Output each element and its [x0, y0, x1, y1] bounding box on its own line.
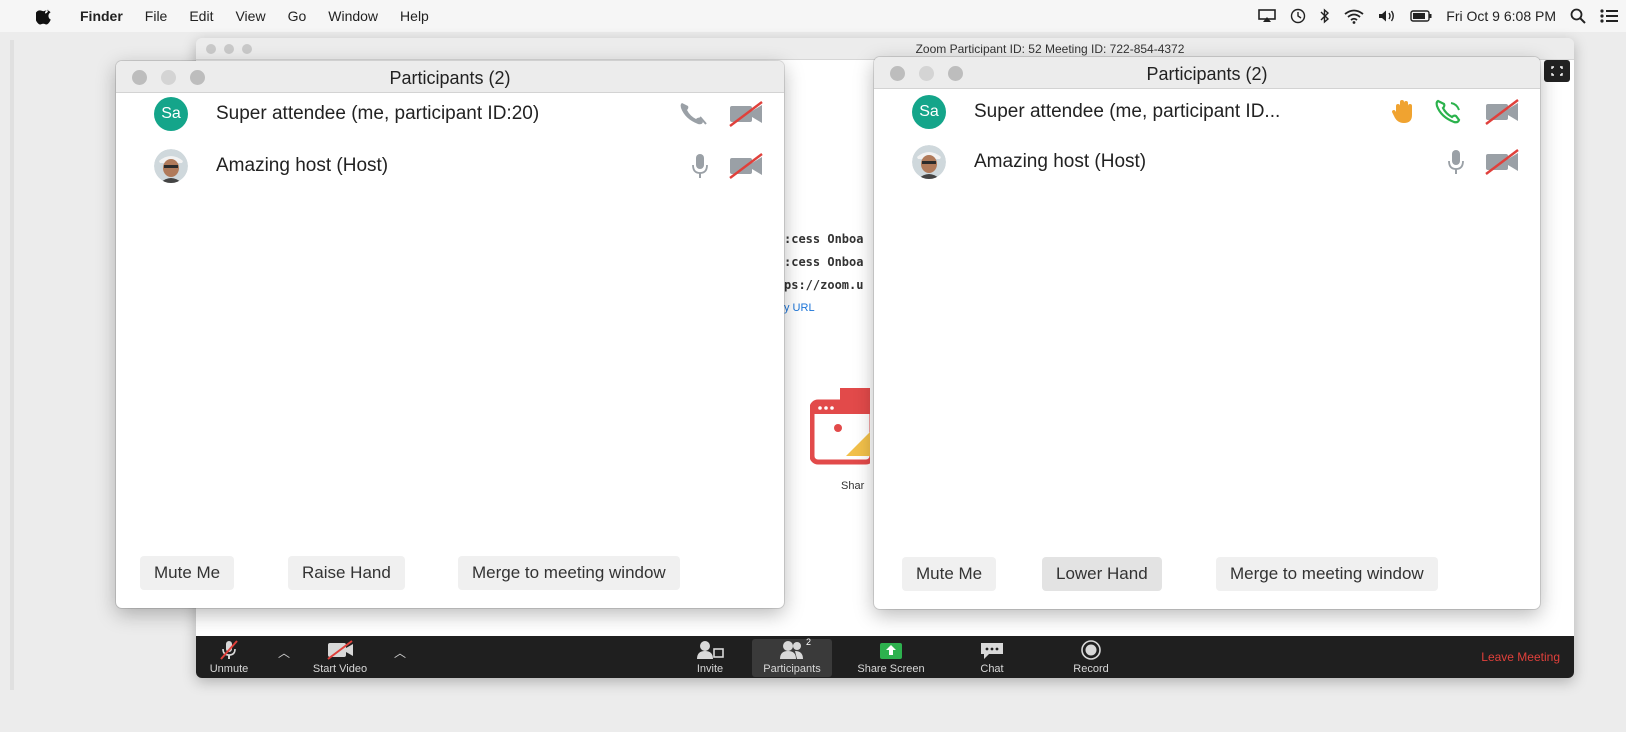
- participant-name: Super attendee (me, participant ID...: [974, 101, 1281, 122]
- menubar-clock[interactable]: Fri Oct 9 6:08 PM: [1446, 8, 1556, 24]
- meeting-info: :cess Onboa :cess Onboa ps://zoom.u y UR…: [784, 228, 863, 320]
- video-off-icon[interactable]: [728, 152, 764, 180]
- fullscreen-icon: [1551, 66, 1563, 76]
- participants-title: Participants (2): [389, 68, 511, 88]
- invite-icon: [697, 641, 724, 659]
- merge-to-meeting-window-button[interactable]: Merge to meeting window: [458, 556, 680, 590]
- participant-row-host[interactable]: Amazing host (Host): [912, 145, 1520, 181]
- participants-icon: [780, 641, 803, 659]
- participants-button[interactable]: 2 Participants: [752, 637, 832, 677]
- participant-row-self[interactable]: Sa Super attendee (me, participant ID...: [912, 95, 1520, 131]
- participants-titlebar[interactable]: Participants (2): [116, 61, 784, 93]
- participants-footer: Mute Me Raise Hand Merge to meeting wind…: [116, 556, 784, 596]
- avatar: [912, 145, 946, 179]
- info-line: ps://zoom.u: [784, 278, 864, 292]
- share-screen-label: Share Screen: [857, 663, 925, 675]
- menu-go[interactable]: Go: [288, 8, 307, 24]
- info-line: :cess Onboa: [784, 255, 864, 269]
- record-icon: [1081, 640, 1101, 660]
- airplay-icon[interactable]: [1258, 9, 1277, 23]
- copy-url-link[interactable]: y URL: [784, 297, 863, 320]
- participants-titlebar[interactable]: Participants (2): [874, 57, 1540, 89]
- mute-me-button[interactable]: Mute Me: [140, 556, 235, 590]
- menu-finder[interactable]: Finder: [80, 8, 123, 24]
- apple-icon[interactable]: [36, 7, 54, 25]
- menu-help[interactable]: Help: [400, 8, 429, 24]
- participants-window-right: Participants (2) Sa Super attendee (me, …: [874, 57, 1540, 609]
- macos-menubar: Finder File Edit View Go Window Help Fri…: [0, 0, 1626, 32]
- microphone-icon[interactable]: [688, 152, 712, 180]
- mute-me-button[interactable]: Mute Me: [902, 557, 997, 591]
- menu-edit[interactable]: Edit: [189, 8, 213, 24]
- participant-name: Amazing host (Host): [216, 155, 389, 176]
- menu-file[interactable]: File: [145, 8, 168, 24]
- desktop-edge: [10, 40, 14, 690]
- fullscreen-button[interactable]: [1544, 60, 1570, 82]
- participants-title: Participants (2): [1146, 64, 1268, 84]
- video-off-icon[interactable]: [1484, 98, 1520, 126]
- start-video-button[interactable]: Start Video: [300, 639, 380, 675]
- record-button[interactable]: Record: [1066, 639, 1116, 675]
- avatar: Sa: [912, 95, 946, 129]
- bluetooth-icon[interactable]: [1320, 8, 1330, 24]
- share-label: Shar: [841, 480, 865, 492]
- menu-window[interactable]: Window: [328, 8, 378, 24]
- share-screen-icon: [880, 643, 902, 659]
- merge-to-meeting-window-button[interactable]: Merge to meeting window: [1216, 557, 1438, 591]
- microphone-icon[interactable]: [1444, 148, 1468, 176]
- participants-count-badge: 2: [806, 637, 812, 647]
- notification-center-icon[interactable]: [1600, 9, 1618, 23]
- raised-hand-icon[interactable]: [1390, 98, 1416, 126]
- menu-view[interactable]: View: [235, 8, 265, 24]
- participant-name: Amazing host (Host): [974, 151, 1147, 172]
- volume-icon[interactable]: [1378, 9, 1396, 23]
- invite-label: Invite: [696, 663, 724, 675]
- phone-icon[interactable]: [676, 100, 712, 128]
- meeting-toolbar: Unmute ︿ Start Video ︿ Invite 2 Particip…: [196, 636, 1574, 678]
- avatar: [154, 149, 188, 183]
- spotlight-search-icon[interactable]: [1570, 8, 1586, 24]
- wifi-icon[interactable]: [1344, 9, 1364, 24]
- participant-name: Super attendee (me, participant ID:20): [216, 103, 540, 124]
- start-video-label: Start Video: [312, 663, 368, 675]
- muted-microphone-icon: [220, 640, 238, 660]
- video-off-icon[interactable]: [1484, 148, 1520, 176]
- video-options-caret-icon[interactable]: ︿: [394, 644, 406, 661]
- unmute-button[interactable]: Unmute: [204, 639, 254, 675]
- info-line: :cess Onboa: [784, 232, 864, 246]
- share-screen-large-icon[interactable]: [810, 388, 870, 468]
- chat-label: Chat: [980, 663, 1004, 675]
- video-off-icon[interactable]: [728, 100, 764, 128]
- participants-label: Participants: [763, 663, 821, 675]
- raise-hand-button[interactable]: Raise Hand: [288, 556, 405, 590]
- lower-hand-button[interactable]: Lower Hand: [1042, 557, 1162, 591]
- phone-active-icon[interactable]: [1432, 98, 1468, 126]
- invite-button[interactable]: Invite: [690, 639, 730, 675]
- battery-icon[interactable]: [1410, 10, 1432, 22]
- avatar: Sa: [154, 97, 188, 131]
- participant-status-icons: [688, 152, 764, 180]
- participant-row-host[interactable]: Amazing host (Host): [154, 149, 764, 185]
- record-label: Record: [1073, 663, 1109, 675]
- participants-window-left: Participants (2) Sa Super attendee (me, …: [116, 61, 784, 608]
- time-machine-icon[interactable]: [1290, 8, 1306, 24]
- participant-row-self[interactable]: Sa Super attendee (me, participant ID:20…: [154, 97, 764, 133]
- chat-icon: [981, 643, 1003, 659]
- unmute-label: Unmute: [209, 663, 249, 675]
- participant-status-icons: [676, 100, 764, 128]
- leave-meeting-button[interactable]: Leave Meeting: [1481, 650, 1560, 664]
- participant-status-icons: [1444, 148, 1520, 176]
- participant-status-icons: [1390, 98, 1520, 126]
- chat-button[interactable]: Chat: [972, 639, 1012, 675]
- participants-footer: Mute Me Lower Hand Merge to meeting wind…: [874, 557, 1540, 597]
- audio-options-caret-icon[interactable]: ︿: [278, 644, 290, 661]
- zoom-window-title: Zoom Participant ID: 52 Meeting ID: 722-…: [915, 42, 1185, 56]
- video-off-icon: [327, 640, 353, 660]
- share-screen-button[interactable]: Share Screen: [846, 639, 936, 675]
